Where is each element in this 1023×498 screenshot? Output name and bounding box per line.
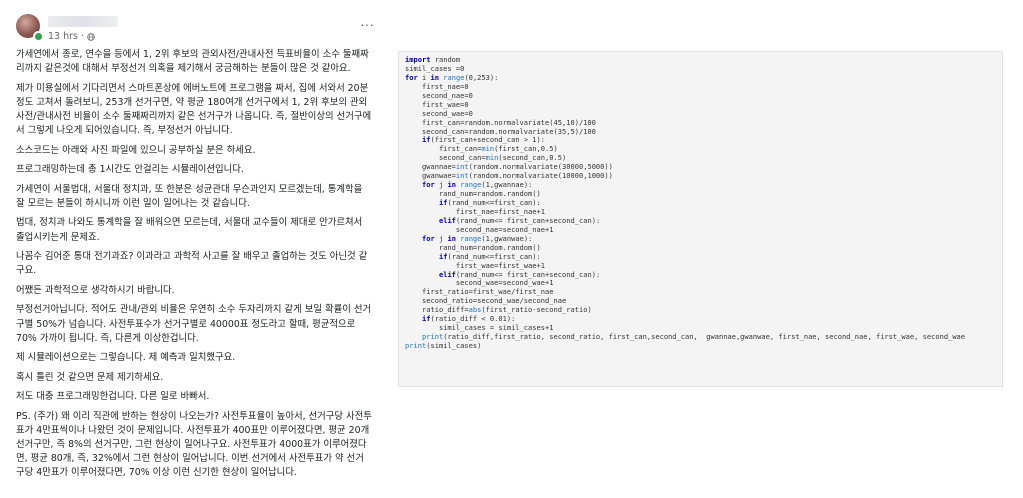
code-line: ratio_diff=abs(first_ratio-second_ratio) (405, 305, 592, 315)
post-paragraph: 혹시 틀린 것 같으면 문제 제기하세요. (16, 371, 164, 383)
code-line: elif(rand_num<= first_can+second_can): (438, 215, 601, 225)
code-line: first_can=min(first_can,0.5) (405, 144, 558, 154)
code-line: second_can=random.normalvariate(35,5)/10… (405, 126, 596, 136)
code-line: first_nae=0 (405, 81, 469, 91)
more-options-button[interactable]: ··· (356, 16, 378, 32)
code-line: print(simil_cases) (405, 341, 482, 350)
post-paragraph: 어쨌든 과학적으로 생각하시기 바랍니다. (16, 284, 175, 296)
code-line: for i in range(0,253): (405, 72, 499, 82)
post-body: 가세연에서 종로, 연수을 등에서 1, 2위 후보의 관외사전/관내사전 득표… (16, 48, 372, 498)
post-paragraph: 소스코드는 아래와 사진 파일에 있으니 공부하실 분은 하세요. (16, 144, 256, 156)
code-screenshot: import random simil_cases =0 for i in ra… (398, 51, 1003, 387)
code-line: print(ratio_diff,first_ratio, second_rat… (421, 332, 966, 342)
post-timestamp[interactable]: 13 hrs · (48, 31, 95, 42)
code-line: first_wae=0 (405, 99, 469, 109)
code-line: import random (405, 55, 461, 64)
code-line: if(ratio_diff < 0.01): (421, 314, 516, 324)
code-line: if(rand_num<=first_can): (438, 251, 541, 261)
author-name-redacted (48, 16, 118, 27)
post-paragraph: 저도 대충 프로그래밍한겁니다. 다른 일로 바빠서. (16, 391, 210, 403)
code-line: if(rand_num<=first_can): (438, 198, 541, 207)
post-time-label: 13 hrs (48, 31, 78, 42)
code-line: for j in range(1,gwannae): (421, 180, 533, 190)
code-line: gwanwae=int(random.normalvariate(10000,1… (405, 171, 613, 181)
code-line: simil_cases = simil_cases+1 (405, 323, 554, 333)
more-horizontal-icon: ··· (360, 16, 374, 32)
code-block: import random simil_cases =0 for i in ra… (399, 52, 1002, 351)
code-line: rand_num=random.random() (405, 242, 541, 252)
code-line: second_can=min(second_can,0.5) (405, 153, 567, 163)
code-line: for j in range(1,gwanwae): (421, 233, 533, 243)
code-line: second_nae=0 (405, 90, 473, 100)
code-line: rand_num=random.random() (405, 189, 541, 199)
post-paragraph: 가세연에서 종로, 연수을 등에서 1, 2위 후보의 관외사전/관내사전 득표… (16, 49, 369, 75)
code-line: gwannae=int(random.normalvariate(30000,5… (405, 162, 613, 172)
post-paragraph: 프로그래밍하는데 총 1시간도 안걸리는 시뮬레이션입니다. (16, 164, 244, 176)
post-paragraph: 제 시뮬레이션으로는 그렇습니다. 제 예측과 일치했구요. (16, 352, 236, 364)
code-line: second_wae=second_wae+1 (405, 278, 554, 288)
code-line: simil_cases =0 (405, 63, 465, 73)
post-paragraph: 법대, 정치과 나와도 통계학을 잘 배워으면 모르는데, 서울대 교수들이 제… (16, 217, 363, 243)
code-line: second_wae=0 (405, 108, 473, 118)
online-status-dot (33, 31, 44, 42)
code-line: elif(rand_num<= first_can+second_can): (438, 269, 601, 279)
code-line: if(first_can+second_can > 1): (421, 135, 546, 145)
post-header: 13 hrs · ··· (16, 14, 376, 44)
code-line: second_ratio=second_wae/second_nae (405, 296, 567, 306)
code-line: second_nae=second_nae+1 (405, 224, 554, 234)
post-paragraph: 나꼼수 김어준 통대 전기과죠? 이과라고 과학적 사고를 잘 배우고 졸업하는… (16, 251, 368, 277)
code-line: first_nae=first_nae+1 (405, 206, 546, 216)
code-line: first_ratio=first_wae/first_nae (405, 287, 554, 297)
post-paragraph: 부정선거아닙니다. 적어도 관내/관외 비율은 우연히 소수 두자리까지 같게 … (16, 304, 372, 344)
code-line: first_can=random.normalvariate(45,10)/10… (405, 117, 596, 127)
post-paragraph: PS. (주가) 왜 이리 직관에 반하는 현상이 나오는가? 사전투표율이 높… (16, 410, 372, 479)
globe-icon (87, 32, 95, 41)
code-line: first_wae=first_wae+1 (405, 260, 546, 270)
post-paragraph: 가세연이 서울법대, 서울대 정치과, 또 한분은 성균관대 무슨과인지 모르겠… (16, 183, 363, 209)
post-paragraph: 제가 미용실에서 기다리면서 스마트폰상에 에버노트에 프로그램을 짜서, 집에… (16, 82, 372, 136)
